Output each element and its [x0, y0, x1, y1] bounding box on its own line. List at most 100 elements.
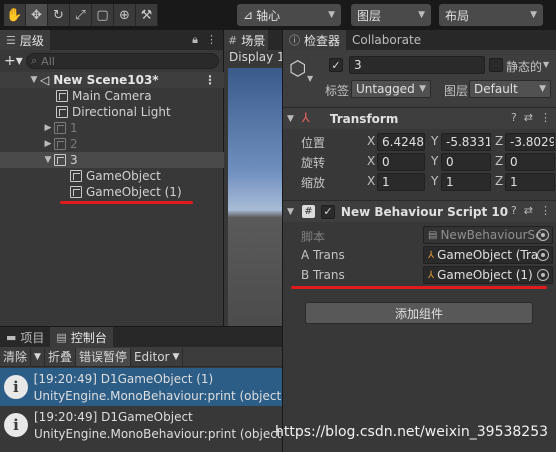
position-y-value: -5.8331	[446, 135, 491, 149]
rotation-x-field[interactable]: 0	[377, 153, 425, 171]
layers-dropdown[interactable]: 图层 ▼	[351, 4, 431, 26]
script-label: 脚本	[301, 230, 326, 244]
chevron-down-icon[interactable]: ▼	[287, 207, 294, 217]
info-icon: i	[4, 413, 28, 437]
scale-x-field[interactable]: 1	[377, 173, 425, 191]
b-trans-field[interactable]: ⅄ GameObject (1)	[423, 266, 553, 284]
chevron-right-icon[interactable]: ▶	[42, 123, 54, 133]
inspector-tabbar: ⓘ 检查器 Collaborate	[283, 30, 556, 50]
tab-console[interactable]: ▤ 控制台	[50, 327, 113, 347]
chevron-down-icon[interactable]: ▼	[543, 60, 549, 69]
rect-tool-icon[interactable]: ▢	[92, 4, 114, 26]
log-entry[interactable]: i [19:20:49] D1GameObject UnityEngine.Mo…	[0, 406, 282, 444]
add-component-button[interactable]: 添加组件	[305, 302, 533, 324]
display-label[interactable]: Display 1	[229, 50, 285, 64]
help-icon[interactable]: ?	[511, 204, 517, 217]
console-panel: ▬ 项目 ▤ 控制台 清除 ▼ 折叠 错误暂停 Editor ▼ i [19:2…	[0, 326, 282, 452]
active-checkbox[interactable]: ✓	[329, 58, 343, 72]
tab-console-label: 控制台	[70, 330, 107, 345]
tree-item-2[interactable]: ▶ 2	[0, 136, 224, 152]
tab-hierarchy[interactable]: ☰ 层级	[0, 30, 50, 50]
tag-dropdown[interactable]: Untagged ▼	[351, 80, 431, 98]
scale-z-field[interactable]: 1	[505, 173, 555, 191]
a-trans-value: GameObject (Tra	[437, 248, 539, 262]
gameobject-icon: ⬡	[289, 56, 307, 80]
position-x-field[interactable]: 6.42486	[377, 133, 425, 151]
rotation-z-field[interactable]: 0	[505, 153, 555, 171]
layout-label: 布局	[445, 8, 470, 23]
static-checkbox[interactable]	[489, 58, 503, 72]
move-tool-icon[interactable]: ✥	[26, 4, 48, 26]
error-pause-button[interactable]: 错误暂停	[75, 347, 131, 366]
game-view[interactable]	[228, 68, 282, 326]
chevron-down-icon: ▼	[34, 351, 41, 362]
script-component-header[interactable]: ▼ # ✓ New Behaviour Script 10 ? ⇄ ⋮	[283, 200, 556, 222]
log-stacktrace: UnityEngine.MonoBehaviour:print (object)	[33, 389, 282, 403]
scale-tool-icon[interactable]: ⤢	[70, 4, 92, 26]
tree-item-label: 1	[70, 121, 78, 135]
chevron-down-icon[interactable]: ▼	[42, 155, 54, 165]
kebab-menu-icon[interactable]: ⋮	[206, 33, 217, 47]
tab-collaborate[interactable]: Collaborate	[346, 30, 427, 50]
b-trans-value: GameObject (1)	[437, 268, 533, 282]
lock-icon[interactable]: 🔒︎	[192, 33, 198, 47]
tree-item-label: GameObject (1)	[86, 185, 182, 199]
preset-icon[interactable]: ⇄	[524, 204, 533, 217]
hierarchy-search-input[interactable]: ⌕ All	[26, 53, 219, 69]
scale-label: 缩放	[301, 176, 326, 190]
scale-y-value: 1	[446, 175, 454, 189]
clear-options-dropdown[interactable]: ▼	[31, 347, 45, 366]
chevron-down-icon[interactable]: ▼	[307, 74, 313, 83]
pivot-dropdown[interactable]: ⊿ 轴心 ▼	[237, 4, 341, 26]
script-enabled-checkbox[interactable]: ✓	[320, 204, 335, 219]
position-y-field[interactable]: -5.8331	[441, 133, 491, 151]
custom-tool-icon[interactable]: ⚒	[136, 4, 158, 26]
tree-item-1[interactable]: ▶ 1	[0, 120, 224, 136]
scale-y-field[interactable]: 1	[441, 173, 491, 191]
tree-item-gameobject[interactable]: GameObject	[0, 168, 224, 184]
transform-tool-icon[interactable]: ⊕	[114, 4, 136, 26]
tab-scene[interactable]: # 场景	[225, 30, 269, 50]
editor-dropdown[interactable]: Editor ▼	[131, 347, 184, 366]
tab-inspector[interactable]: ⓘ 检查器	[283, 30, 347, 50]
log-message: [19:20:49] D1GameObject	[34, 410, 193, 424]
transform-header[interactable]: ▼ ⅄ Transform ? ⇄ ⋮	[283, 107, 556, 129]
position-z-field[interactable]: -3.8029	[505, 133, 555, 151]
tab-project[interactable]: ▬ 项目	[0, 327, 50, 347]
a-trans-field[interactable]: ⅄ GameObject (Tra	[423, 246, 553, 264]
scene-row[interactable]: ▼ ◁ New Scene103* ⋮	[0, 72, 224, 88]
object-name-field[interactable]: 3	[349, 56, 485, 74]
hand-tool-icon[interactable]: ✋	[4, 4, 26, 26]
gameobject-icon	[54, 122, 66, 134]
rotation-y-field[interactable]: 0	[441, 153, 491, 171]
info-icon: ⓘ	[289, 34, 300, 47]
object-picker-icon[interactable]	[537, 269, 549, 281]
kebab-menu-icon[interactable]: ⋮	[540, 111, 551, 124]
rotate-tool-icon[interactable]: ↻	[48, 4, 70, 26]
tree-item-directional-light[interactable]: Directional Light	[0, 104, 224, 120]
help-icon[interactable]: ?	[511, 111, 517, 124]
preset-icon[interactable]: ⇄	[524, 111, 533, 124]
chevron-down-icon[interactable]: ▼	[287, 114, 294, 124]
layout-dropdown[interactable]: 布局 ▼	[439, 4, 543, 26]
object-picker-icon[interactable]	[537, 249, 549, 261]
transform-icon: ⅄	[301, 111, 310, 126]
add-icon[interactable]: +▾	[4, 53, 26, 69]
collapse-button[interactable]: 折叠	[45, 347, 76, 366]
log-entry[interactable]: i [19:20:49] D1GameObject (1) UnityEngin…	[0, 368, 282, 406]
chevron-down-icon[interactable]: ▼	[28, 75, 40, 85]
clear-button[interactable]: 清除	[0, 347, 32, 366]
tree-item-3[interactable]: ▼ 3	[0, 152, 224, 168]
axis-x-label: X	[367, 134, 376, 148]
chevron-right-icon[interactable]: ▶	[42, 139, 54, 149]
tag-label: 标签	[325, 84, 350, 98]
kebab-menu-icon[interactable]: ⋮	[204, 73, 216, 87]
layer-dropdown[interactable]: Default ▼	[469, 80, 551, 98]
kebab-menu-icon[interactable]: ⋮	[540, 204, 551, 217]
axis-y-label: Y	[431, 154, 439, 168]
chevron-down-icon: ▼	[418, 10, 425, 20]
tree-item-gameobject-1[interactable]: GameObject (1)	[0, 184, 224, 200]
tree-item-main-camera[interactable]: Main Camera	[0, 88, 224, 104]
search-icon: ⌕	[31, 54, 38, 67]
gameobject-icon	[54, 154, 66, 166]
